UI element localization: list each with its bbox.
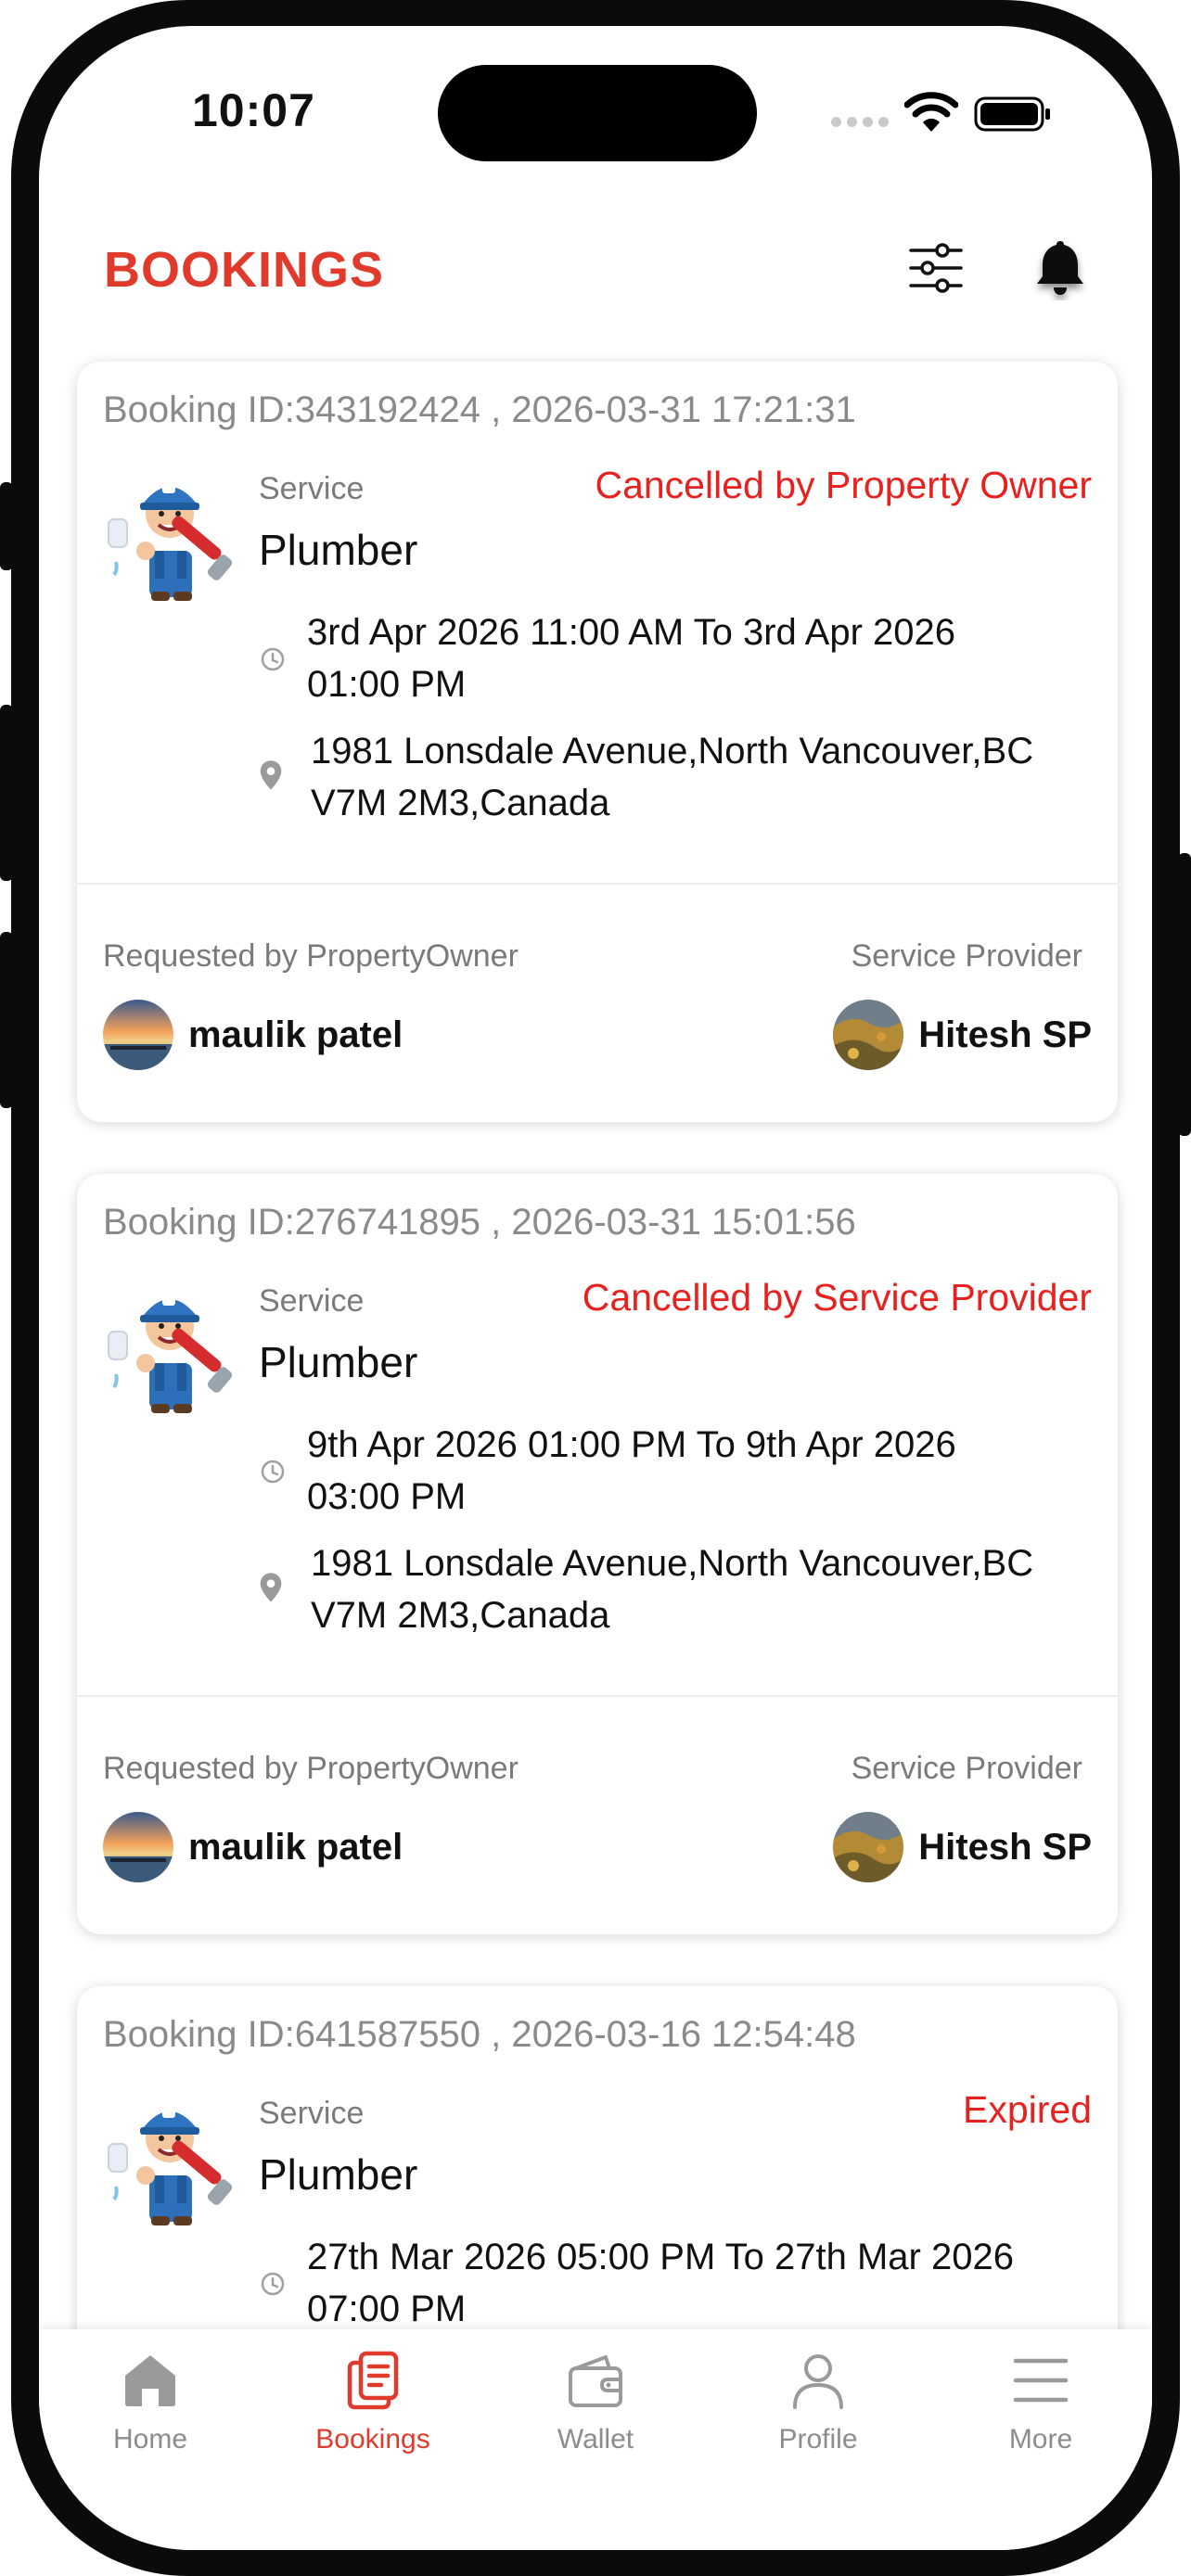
booking-address-line: V7M 2M3,Canada bbox=[311, 783, 610, 823]
plumber-avatar-icon bbox=[108, 1294, 233, 1413]
requested-by-label: Requested by PropertyOwner bbox=[103, 938, 519, 974]
service-label: Service bbox=[259, 1283, 365, 1319]
bottom-tab-bar: Home Bookings Wallet Profile More bbox=[39, 2329, 1152, 2550]
clock-icon bbox=[261, 1460, 285, 1484]
requested-by-label: Requested by PropertyOwner bbox=[103, 1751, 519, 1786]
booking-id: Booking ID:276741895 , 2026-03-31 15:01:… bbox=[103, 1202, 856, 1243]
booking-time-line: 9th Apr 2026 01:00 PM To 9th Apr 2026 bbox=[307, 1424, 956, 1465]
location-pin-icon bbox=[260, 1573, 282, 1602]
tab-wallet-label: Wallet bbox=[557, 2424, 634, 2455]
tab-more-label: More bbox=[1008, 2424, 1073, 2455]
booking-time: 3rd Apr 2026 11:00 AM To 3rd Apr 2026 01… bbox=[307, 606, 1105, 710]
booking-time-row: 9th Apr 2026 01:00 PM To 9th Apr 2026 03… bbox=[259, 1419, 1094, 1530]
provider-avatar bbox=[833, 1000, 904, 1070]
tab-home-label: Home bbox=[112, 2424, 188, 2455]
clock-icon bbox=[261, 647, 285, 671]
status-bar: 10:07 bbox=[39, 26, 1152, 202]
booking-time-row: 3rd Apr 2026 11:00 AM To 3rd Apr 2026 01… bbox=[259, 606, 1094, 718]
bookings-icon bbox=[347, 2351, 399, 2410]
location-pin-icon bbox=[260, 760, 282, 790]
dynamic-island bbox=[438, 65, 757, 161]
provider-name: Hitesh SP bbox=[918, 1826, 1092, 1868]
notification-bell-icon[interactable] bbox=[1031, 237, 1089, 300]
tab-profile[interactable]: Profile bbox=[725, 2350, 911, 2470]
screen: 10:07 BOOKINGS Booking ID:343192424 , 20… bbox=[39, 26, 1152, 2550]
status-time: 10:07 bbox=[192, 84, 315, 136]
status-badge: Cancelled by Property Owner bbox=[595, 464, 1092, 506]
app-header: BOOKINGS bbox=[39, 211, 1152, 341]
card-divider bbox=[77, 1695, 1118, 1697]
service-provider-label: Service Provider bbox=[851, 938, 1082, 974]
service-name: Plumber bbox=[259, 1338, 418, 1386]
booking-address-line: 1981 Lonsdale Avenue,North Vancouver,BC bbox=[311, 1543, 1034, 1584]
service-provider: Hitesh SP bbox=[833, 1000, 1092, 1070]
requester-name: maulik patel bbox=[188, 1014, 403, 1055]
side-button-power bbox=[1178, 853, 1191, 1136]
booking-address-row: 1981 Lonsdale Avenue,North Vancouver,BC … bbox=[259, 725, 1094, 836]
profile-icon bbox=[793, 2354, 843, 2409]
requester: maulik patel bbox=[103, 1812, 403, 1882]
provider-avatar bbox=[833, 1812, 904, 1882]
tab-wallet[interactable]: Wallet bbox=[503, 2350, 688, 2470]
booking-time: 27th Mar 2026 05:00 PM To 27th Mar 2026 … bbox=[307, 2231, 1105, 2335]
booking-time-line: 27th Mar 2026 05:00 PM To 27th Mar 2026 bbox=[307, 2237, 1014, 2277]
requester-avatar bbox=[103, 1812, 173, 1882]
wallet-icon bbox=[569, 2355, 622, 2407]
wifi-icon bbox=[904, 92, 958, 132]
menu-icon bbox=[1013, 2358, 1069, 2403]
battery-icon bbox=[974, 96, 1050, 132]
requester: maulik patel bbox=[103, 1000, 403, 1070]
status-badge: Cancelled by Service Provider bbox=[582, 1276, 1092, 1319]
booking-time-line: 07:00 PM bbox=[307, 2289, 467, 2329]
clock-icon bbox=[261, 2272, 285, 2296]
service-name: Plumber bbox=[259, 2150, 418, 2199]
tab-home[interactable]: Home bbox=[58, 2350, 243, 2470]
service-provider-label: Service Provider bbox=[851, 1751, 1082, 1786]
service-provider: Hitesh SP bbox=[833, 1812, 1092, 1882]
booking-card[interactable]: Booking ID:343192424 , 2026-03-31 17:21:… bbox=[77, 362, 1118, 1122]
booking-time-line: 03:00 PM bbox=[307, 1476, 467, 1517]
booking-id: Booking ID:641587550 , 2026-03-16 12:54:… bbox=[103, 2014, 856, 2055]
booking-address-line: 1981 Lonsdale Avenue,North Vancouver,BC bbox=[311, 731, 1034, 772]
status-badge: Expired bbox=[962, 2088, 1092, 2131]
service-label: Service bbox=[259, 2096, 365, 2131]
plumber-avatar-icon bbox=[108, 482, 233, 601]
booking-address-row: 1981 Lonsdale Avenue,North Vancouver,BC … bbox=[259, 1537, 1094, 1649]
booking-address: 1981 Lonsdale Avenue,North Vancouver,BC … bbox=[311, 725, 1108, 829]
tab-bookings[interactable]: Bookings bbox=[280, 2350, 466, 2470]
plumber-avatar-icon bbox=[108, 2107, 233, 2225]
provider-name: Hitesh SP bbox=[918, 1014, 1092, 1055]
booking-address-line: V7M 2M3,Canada bbox=[311, 1595, 610, 1636]
booking-address: 1981 Lonsdale Avenue,North Vancouver,BC … bbox=[311, 1537, 1108, 1641]
booking-time-line: 3rd Apr 2026 11:00 AM To 3rd Apr 2026 bbox=[307, 612, 956, 653]
booking-card[interactable]: Booking ID:276741895 , 2026-03-31 15:01:… bbox=[77, 1174, 1118, 1934]
requester-name: maulik patel bbox=[188, 1826, 403, 1868]
service-label: Service bbox=[259, 471, 365, 506]
booking-time: 9th Apr 2026 01:00 PM To 9th Apr 2026 03… bbox=[307, 1419, 1105, 1523]
tab-more[interactable]: More bbox=[948, 2350, 1133, 2470]
cellular-signal-icon bbox=[831, 117, 889, 127]
tab-profile-label: Profile bbox=[778, 2424, 858, 2455]
phone-device: 10:07 BOOKINGS Booking ID:343192424 , 20… bbox=[0, 0, 1191, 2576]
home-icon bbox=[125, 2355, 175, 2406]
booking-card[interactable]: Booking ID:641587550 , 2026-03-16 12:54:… bbox=[77, 1986, 1118, 2376]
booking-time-row: 27th Mar 2026 05:00 PM To 27th Mar 2026 … bbox=[259, 2231, 1094, 2342]
page-title: BOOKINGS bbox=[104, 242, 385, 298]
booking-id: Booking ID:343192424 , 2026-03-31 17:21:… bbox=[103, 389, 856, 430]
requester-avatar bbox=[103, 1000, 173, 1070]
service-name: Plumber bbox=[259, 526, 418, 574]
booking-time-line: 01:00 PM bbox=[307, 664, 467, 705]
tab-bookings-label: Bookings bbox=[315, 2424, 430, 2455]
card-divider bbox=[77, 883, 1118, 885]
filter-icon[interactable] bbox=[907, 239, 965, 297]
